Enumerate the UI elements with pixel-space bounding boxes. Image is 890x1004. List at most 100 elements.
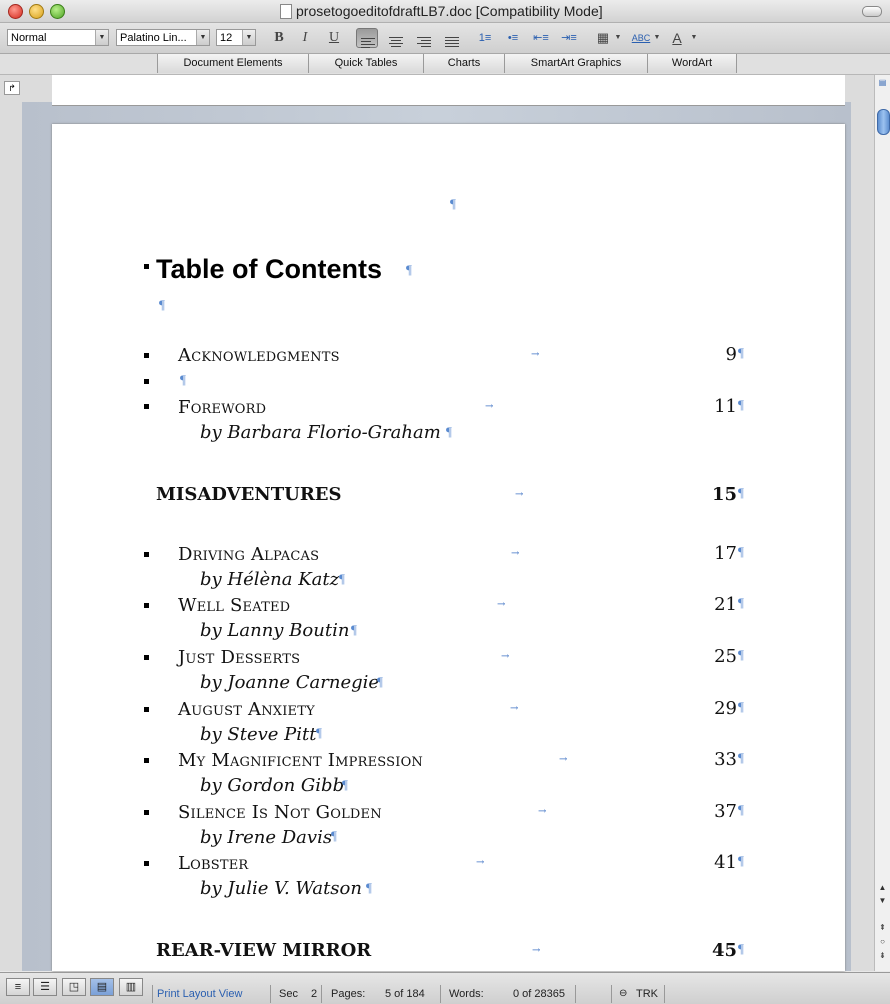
borders-button[interactable]: ▦: [592, 28, 614, 48]
toc-entry-author: by Irene Davis: [200, 827, 333, 848]
bold-button[interactable]: B: [268, 28, 290, 48]
toc-entry-author: by Julie V. Watson: [200, 878, 362, 899]
pilcrow-mark: ¶: [738, 802, 744, 817]
zoom-window-button[interactable]: [50, 4, 65, 19]
increase-indent-icon: ⇥≡: [561, 32, 577, 44]
toolbar-toggle-button[interactable]: [862, 6, 882, 17]
scrollbar-thumb[interactable]: [877, 109, 890, 135]
toc-entry-author: by Steve Pitt: [200, 724, 317, 745]
publishing-layout-icon: ◳: [68, 981, 80, 993]
bulleted-list-icon: •≡: [507, 32, 519, 44]
bullet-marker: [144, 707, 149, 712]
tab-arrow-icon: →: [501, 651, 510, 662]
underline-button[interactable]: U: [323, 28, 345, 48]
toc-entry-title: Driving Alpacas: [178, 544, 320, 565]
track-changes-label[interactable]: TRK: [636, 988, 658, 1000]
borders-menu-chevron[interactable]: ▼: [613, 28, 623, 48]
align-center-icon: [389, 37, 403, 49]
pilcrow-mark: ¶: [159, 297, 165, 312]
style-value: Normal: [11, 32, 47, 44]
font-size-select[interactable]: 12 ▼: [216, 29, 256, 46]
divider: [152, 985, 153, 1003]
tab-arrow-icon: →: [531, 349, 540, 360]
align-center-button[interactable]: [385, 28, 407, 48]
pilcrow-mark: ¶: [446, 424, 452, 439]
font-color-button[interactable]: A: [666, 28, 688, 48]
pilcrow-mark: ¶: [738, 595, 744, 610]
notebook-layout-button[interactable]: ▥: [119, 978, 143, 996]
tab-smartart-graphics[interactable]: SmartArt Graphics: [504, 54, 648, 73]
pilcrow-mark: ¶: [316, 725, 322, 740]
toc-heading: Table of Contents: [156, 254, 382, 284]
scroll-down-arrow-icon[interactable]: ▼: [877, 895, 888, 906]
toc-entry-title: Acknowledgments: [178, 345, 340, 366]
decrease-indent-button[interactable]: ⇤≡: [530, 28, 552, 48]
pilcrow-mark: ¶: [738, 544, 744, 559]
numbered-list-icon: 1≡: [478, 32, 492, 44]
pilcrow-mark: ¶: [738, 853, 744, 868]
tab-arrow-icon: →: [515, 489, 524, 500]
toc-section-title: REAR-VIEW MIRROR: [156, 940, 372, 961]
track-changes-icon[interactable]: ⊖: [619, 988, 627, 999]
previous-page-icon[interactable]: ⇞: [877, 922, 888, 933]
minimize-window-button[interactable]: [29, 4, 44, 19]
highlight-button[interactable]: ABC: [629, 28, 653, 48]
tab-document-elements[interactable]: Document Elements: [157, 54, 309, 73]
divider: [664, 985, 665, 1003]
bullet-marker: [144, 264, 149, 269]
tab-stop-selector[interactable]: ↱: [4, 81, 20, 95]
pilcrow-mark: ¶: [738, 647, 744, 662]
split-view-icon[interactable]: ▤: [877, 77, 888, 88]
increase-indent-button[interactable]: ⇥≡: [558, 28, 580, 48]
scroll-up-arrow-icon[interactable]: ▲: [877, 882, 888, 893]
toc-page-number: 45: [711, 940, 737, 961]
align-left-button[interactable]: [356, 28, 378, 48]
pilcrow-mark: ¶: [180, 372, 186, 387]
style-select[interactable]: Normal ▼: [7, 29, 109, 46]
toc-entry-title: Silence Is Not Golden: [178, 802, 382, 823]
font-value: Palatino Lin...: [120, 32, 187, 44]
italic-button[interactable]: I: [294, 28, 316, 48]
numbered-list-button[interactable]: 1≡: [474, 28, 496, 48]
toc-page-number: 33: [714, 749, 737, 770]
publishing-layout-button[interactable]: ◳: [62, 978, 86, 996]
toc-page-number: 41: [714, 852, 737, 873]
pilcrow-mark: ¶: [738, 750, 744, 765]
draft-view-icon: ≡: [14, 981, 22, 993]
tab-wordart[interactable]: WordArt: [647, 54, 737, 73]
vertical-scrollbar[interactable]: ▤ ▲ ▼ ⇞ ○ ⇟: [874, 75, 890, 971]
align-right-button[interactable]: [413, 28, 435, 48]
tab-arrow-icon: →: [538, 806, 547, 817]
bullet-marker: [144, 758, 149, 763]
divider: [611, 985, 612, 1003]
draft-view-button[interactable]: ≡: [6, 978, 30, 996]
close-window-button[interactable]: [8, 4, 23, 19]
window-title: prosetogoeditofdraftLB7.doc [Compatibili…: [296, 3, 603, 19]
print-layout-button[interactable]: ▤: [90, 978, 114, 996]
view-mode-label: Print Layout View: [157, 988, 243, 1000]
bulleted-list-button[interactable]: •≡: [502, 28, 524, 48]
chevron-down-icon: ▼: [196, 30, 209, 45]
bullet-marker: [144, 861, 149, 866]
document-page[interactable]: ¶ Table of Contents ¶ ¶ Acknowledgments …: [52, 124, 845, 971]
toc-entry-author: by Barbara Florio-Graham: [200, 422, 441, 443]
chevron-down-icon: ▼: [653, 34, 661, 41]
status-bar: ≡ ☰ ◳ ▤ ▥ Print Layout View Sec 2 Pages:…: [0, 972, 890, 1004]
print-layout-icon: ▤: [96, 981, 108, 993]
browse-object-icon[interactable]: ○: [877, 936, 888, 947]
divider: [440, 985, 441, 1003]
font-color-menu-chevron[interactable]: ▼: [689, 28, 699, 48]
tab-charts[interactable]: Charts: [423, 54, 505, 73]
divider: [270, 985, 271, 1003]
toc-page-number: 15: [711, 484, 737, 505]
highlight-menu-chevron[interactable]: ▼: [652, 28, 662, 48]
toc-entry-title: My Magnificent Impression: [178, 750, 424, 771]
font-size-value: 12: [220, 32, 233, 44]
next-page-icon[interactable]: ⇟: [877, 950, 888, 961]
outline-view-button[interactable]: ☰: [33, 978, 57, 996]
justify-button[interactable]: [441, 28, 463, 48]
font-select[interactable]: Palatino Lin... ▼: [116, 29, 210, 46]
tab-quick-tables[interactable]: Quick Tables: [308, 54, 424, 73]
divider: [575, 985, 576, 1003]
toc-entry-title: Well Seated: [178, 595, 291, 616]
